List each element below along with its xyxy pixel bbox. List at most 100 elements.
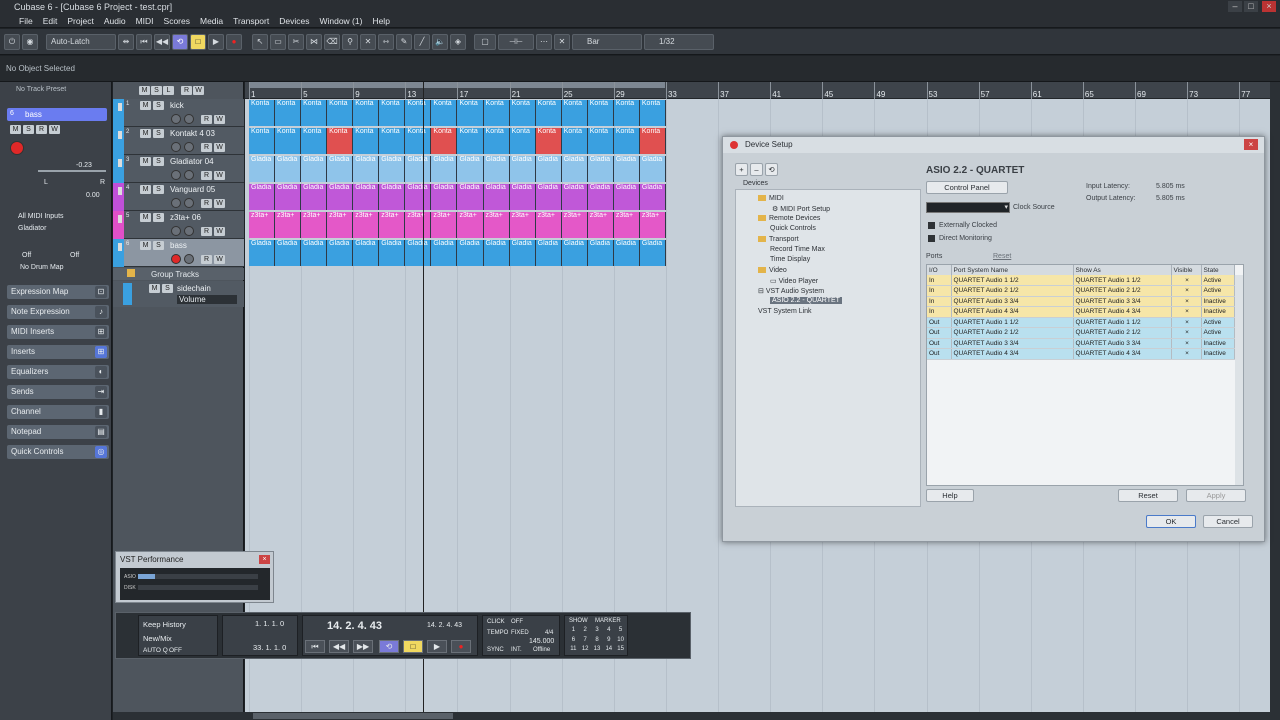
track-read-button[interactable]: R	[201, 143, 212, 152]
midi-part[interactable]: Konta	[249, 128, 276, 154]
port-show-as[interactable]: QUARTET Audio 1 1/2	[1073, 317, 1172, 328]
tree-record-time-max[interactable]: Record Time Max	[770, 246, 825, 253]
track-monitor-button[interactable]	[184, 170, 194, 180]
track-mute-button[interactable]: M	[140, 213, 151, 222]
midi-part[interactable]: Gladia	[301, 240, 328, 266]
group-solo-button[interactable]: S	[162, 284, 173, 293]
transport-start-button[interactable]: ⏮	[305, 640, 325, 653]
midi-part[interactable]: Gladia	[301, 156, 328, 182]
track-monitor-button[interactable]	[184, 254, 194, 264]
secondary-time-display[interactable]: 14. 2. 4. 43	[427, 622, 462, 629]
midi-part[interactable]: Gladia	[587, 240, 614, 266]
midi-part[interactable]: Gladia	[535, 184, 562, 210]
midi-part[interactable]: Gladia	[457, 184, 484, 210]
midi-part[interactable]: Gladia	[457, 240, 484, 266]
midi-part[interactable]: Gladia	[535, 156, 562, 182]
track-row[interactable]: 2 M S Kontakt 4 03 R W	[113, 127, 244, 155]
group-track-sidechain[interactable]: sidechain M S Volume	[113, 281, 244, 307]
port-row[interactable]: In QUARTET Audio 1 1/2 QUARTET Audio 1 1/2…	[927, 275, 1235, 286]
add-device-button[interactable]: +	[735, 163, 748, 176]
midi-part[interactable]: Konta	[301, 128, 328, 154]
cancel-button[interactable]: Cancel	[1203, 515, 1253, 528]
global-write-button[interactable]: W	[193, 86, 204, 95]
midi-part[interactable]: Konta	[639, 100, 666, 126]
track-name[interactable]: z3ta+ 06	[170, 213, 201, 222]
activate-project-button[interactable]: ⏻	[4, 33, 20, 50]
midi-part[interactable]: Gladia	[275, 156, 302, 182]
port-show-as[interactable]: QUARTET Audio 4 3/4	[1073, 306, 1172, 318]
section-notepad[interactable]: Notepad ▤	[7, 425, 109, 439]
transport-stop-button[interactable]: □	[403, 640, 423, 653]
track-write-button[interactable]: W	[214, 255, 225, 264]
port-visible-checkbox[interactable]: ×	[1171, 296, 1202, 307]
track-name[interactable]: Kontakt 4 03	[170, 129, 215, 138]
port-visible-checkbox[interactable]: ×	[1171, 285, 1202, 297]
global-listen-button[interactable]: L	[163, 86, 174, 95]
track-monitor-button[interactable]	[184, 226, 194, 236]
tempo-value[interactable]: 145.000	[529, 638, 554, 645]
track-mute-button[interactable]: M	[140, 157, 151, 166]
midi-part[interactable]: z3ta+	[639, 212, 666, 238]
midi-part[interactable]: z3ta+	[535, 212, 562, 238]
midi-part[interactable]: Gladia	[379, 184, 406, 210]
midi-part[interactable]: Konta	[587, 128, 614, 154]
midi-part[interactable]: Gladia	[587, 184, 614, 210]
inspector-volume-value[interactable]: -0.23	[76, 162, 92, 169]
transport-forward-button[interactable]: ▶▶	[353, 640, 373, 653]
rewind-button[interactable]: ◀◀	[154, 33, 170, 50]
marker-button[interactable]: 14	[603, 646, 614, 655]
midi-part[interactable]: Konta	[301, 100, 328, 126]
section-sends[interactable]: Sends ⇥	[7, 385, 109, 399]
midi-part[interactable]: Konta	[613, 100, 640, 126]
midi-part[interactable]: Gladia	[561, 240, 588, 266]
track-solo-button[interactable]: S	[153, 241, 164, 250]
midi-part[interactable]: Konta	[431, 100, 458, 126]
midi-part[interactable]: z3ta+	[301, 212, 328, 238]
track-read-button[interactable]: R	[201, 199, 212, 208]
midi-part[interactable]: Konta	[561, 128, 588, 154]
port-visible-checkbox[interactable]: ×	[1171, 338, 1202, 349]
mute-tool[interactable]: ✕	[360, 33, 376, 50]
port-row[interactable]: Out QUARTET Audio 3 3/4 QUARTET Audio 3 3/…	[927, 338, 1235, 349]
marker-button[interactable]: 12	[580, 646, 591, 655]
marker-button[interactable]: 13	[592, 646, 603, 655]
vertical-scrollbar[interactable]	[1270, 82, 1280, 720]
minimize-button[interactable]: –	[1228, 1, 1242, 12]
section-note-expression[interactable]: Note Expression ♪	[7, 305, 109, 319]
tree-midi-port-setup[interactable]: ⚙ MIDI Port Setup	[772, 205, 830, 213]
port-show-as[interactable]: QUARTET Audio 4 3/4	[1073, 348, 1172, 360]
menu-audio[interactable]: Audio	[99, 14, 131, 28]
inspector-read-button[interactable]: R	[36, 125, 47, 134]
inspector-pan-value[interactable]: 0.00	[86, 192, 100, 199]
track-solo-button[interactable]: S	[153, 185, 164, 194]
midi-part[interactable]: Gladia	[509, 240, 536, 266]
port-row[interactable]: In QUARTET Audio 2 1/2 QUARTET Audio 2 1/2…	[927, 285, 1235, 297]
transport-rewind-button[interactable]: ◀◀	[329, 640, 349, 653]
midi-part[interactable]: z3ta+	[509, 212, 536, 238]
tree-time-display[interactable]: Time Display	[770, 256, 810, 263]
midi-part[interactable]: Konta	[405, 128, 432, 154]
object-select-tool[interactable]: ↖	[252, 33, 268, 50]
track-record-button[interactable]	[171, 226, 181, 236]
drum-map-select[interactable]: No Drum Map	[20, 264, 64, 271]
midi-part[interactable]: Gladia	[353, 240, 380, 266]
tree-transport[interactable]: Transport	[758, 236, 799, 243]
remove-device-button[interactable]: –	[750, 163, 763, 176]
midi-part[interactable]: Konta	[275, 100, 302, 126]
constrain-delay-button[interactable]: ◉	[22, 33, 38, 50]
track-monitor-button[interactable]	[184, 198, 194, 208]
midi-part[interactable]: Gladia	[535, 240, 562, 266]
midi-part[interactable]: Gladia	[639, 184, 666, 210]
midi-part[interactable]: z3ta+	[613, 212, 640, 238]
track-name[interactable]: Vanguard 05	[170, 185, 215, 194]
midi-part[interactable]: Gladia	[431, 156, 458, 182]
zoom-tool[interactable]: ⚲	[342, 33, 358, 50]
midi-part[interactable]: Konta	[327, 128, 354, 154]
midi-part[interactable]: Konta	[353, 100, 380, 126]
midi-part[interactable]: Konta	[509, 100, 536, 126]
menu-media[interactable]: Media	[195, 14, 228, 28]
port-row[interactable]: In QUARTET Audio 4 3/4 QUARTET Audio 4 3/4…	[927, 306, 1235, 318]
port-show-as[interactable]: QUARTET Audio 3 3/4	[1073, 296, 1172, 307]
show-markers-button[interactable]: SHOW	[569, 618, 588, 624]
track-mute-button[interactable]: M	[140, 185, 151, 194]
